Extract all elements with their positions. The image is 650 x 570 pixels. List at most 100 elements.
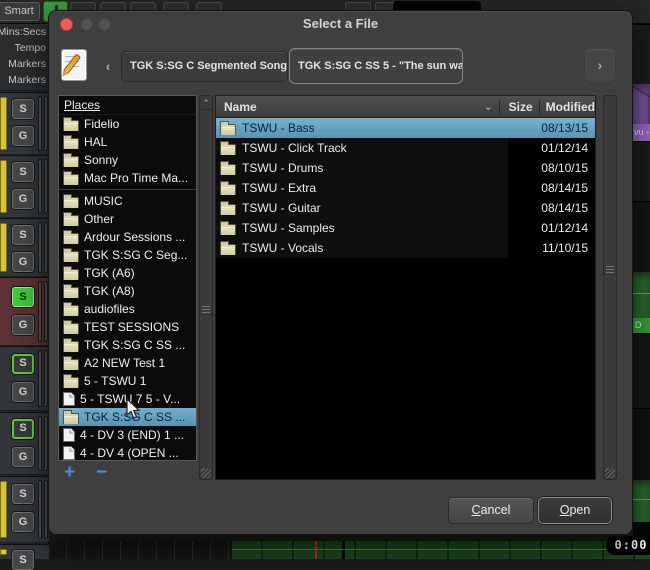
solo-button-active[interactable]: S <box>12 287 34 307</box>
file-row[interactable]: TSWU - Guitar 08/14/15 <box>216 198 595 218</box>
places-item[interactable]: Other <box>59 210 196 228</box>
ruler-label[interactable]: Tempo <box>0 40 49 56</box>
breadcrumb-current[interactable]: TGK S:SG C SS 5 - "The sun wakes us." <box>289 48 463 84</box>
places-item[interactable]: 4 - DV 3 (END) 1 ... <box>59 426 196 444</box>
track-scrollbar[interactable] <box>38 480 42 539</box>
track-lane <box>633 333 650 408</box>
file-list: Name ⌄ Size Modified TSWU - Bass 08/13/1… <box>215 95 596 480</box>
file-row[interactable]: TSWU - Drums 08/10/15 <box>216 158 595 178</box>
places-item[interactable]: A2 NEW Test 1 <box>59 354 196 372</box>
audio-region-green[interactable] <box>633 272 650 318</box>
places-item[interactable]: TGK (A6) <box>59 264 196 282</box>
solo-button[interactable]: S <box>12 484 34 504</box>
track-header: S <box>0 544 49 559</box>
scrollbar-grip[interactable] <box>606 266 614 274</box>
audio-region-green[interactable] <box>232 541 650 559</box>
folder-icon <box>63 120 79 131</box>
places-actions: + − <box>58 463 197 485</box>
resize-grip-icon[interactable] <box>605 468 615 478</box>
folder-icon <box>220 164 236 175</box>
solo-button[interactable]: S <box>12 99 34 119</box>
track-header: S G <box>0 346 49 410</box>
remove-place-button[interactable]: − <box>96 463 107 483</box>
group-button[interactable]: G <box>12 447 34 467</box>
track-scrollbar[interactable] <box>38 159 42 214</box>
track-header: S G <box>0 412 49 474</box>
places-item[interactable]: TGK S:SG C SS ... <box>59 336 196 354</box>
folder-icon <box>63 197 79 208</box>
folder-icon <box>63 215 79 226</box>
ruler-label[interactable]: Markers <box>0 56 49 72</box>
timeline-right-edge: vu - V D <box>633 24 650 559</box>
file-row[interactable]: TSWU - Extra 08/14/15 <box>216 178 595 198</box>
group-button[interactable]: G <box>12 382 34 402</box>
file-icon <box>63 446 75 460</box>
column-header-size[interactable]: Size <box>499 100 539 114</box>
region-boundary <box>342 541 345 559</box>
record-indicator <box>0 481 7 538</box>
file-list-header: Name ⌄ Size Modified <box>216 96 595 118</box>
folder-icon <box>63 156 79 167</box>
places-item[interactable]: Sonny <box>59 151 196 169</box>
group-button[interactable]: G <box>12 189 34 209</box>
solo-button[interactable]: S <box>12 162 34 182</box>
ruler-labels: Mins:Secs Tempo Markers Markers <box>0 24 49 90</box>
group-button[interactable]: G <box>12 252 34 272</box>
track-scrollbar[interactable] <box>38 416 42 471</box>
scroll-up-icon[interactable]: ⌃ <box>200 96 212 110</box>
ruler-label[interactable]: Markers <box>0 72 49 88</box>
file-list-scrollbar[interactable] <box>603 95 617 480</box>
resize-grip-icon[interactable] <box>201 468 211 478</box>
audio-region-green[interactable] <box>633 480 650 522</box>
column-header-name[interactable]: Name ⌄ <box>216 100 499 114</box>
file-row[interactable]: TSWU - Click Track 01/12/14 <box>216 138 595 158</box>
solo-button[interactable]: S <box>12 225 34 245</box>
places-item[interactable]: 4 - DV 4 (OPEN ... <box>59 444 196 461</box>
group-button[interactable]: G <box>12 512 34 532</box>
track-scrollbar[interactable] <box>38 350 42 407</box>
file-row[interactable]: TSWU - Vocals 11/10/15 <box>216 238 595 258</box>
forward-button[interactable]: › <box>585 49 615 81</box>
solo-button-armed[interactable]: S <box>12 354 34 374</box>
folder-icon <box>63 269 79 280</box>
smart-mode-button[interactable]: Smart <box>0 2 40 21</box>
file-row[interactable]: TSWU - Samples 01/12/14 <box>216 218 595 238</box>
places-item[interactable]: TGK S:SG C Seg... <box>59 246 196 264</box>
places-item[interactable]: Mac Pro Time Ma... <box>59 169 196 187</box>
group-button[interactable]: G <box>12 126 34 146</box>
back-button[interactable]: ‹ <box>97 53 119 79</box>
places-item[interactable]: HAL <box>59 133 196 151</box>
places-item[interactable]: MUSIC <box>59 192 196 210</box>
open-button[interactable]: Open <box>538 497 612 524</box>
places-item[interactable]: Fidelio <box>59 115 196 133</box>
scrollbar-grip[interactable] <box>202 306 210 314</box>
cancel-button[interactable]: Cancel <box>448 497 534 524</box>
folder-icon <box>220 144 236 155</box>
places-item[interactable]: audiofiles <box>59 300 196 318</box>
timer-display: 0:00 <box>606 536 650 555</box>
breadcrumb-parent[interactable]: TGK S:SG C Segmented Songs <box>121 51 288 82</box>
places-item[interactable]: Ardour Sessions ... <box>59 228 196 246</box>
add-place-button[interactable]: + <box>64 463 75 483</box>
audio-region-purple[interactable] <box>633 84 650 124</box>
group-button[interactable]: G <box>12 315 34 335</box>
places-scrollbar[interactable]: ⌃ <box>199 95 213 480</box>
places-item[interactable]: TEST SESSIONS <box>59 318 196 336</box>
track-scrollbar[interactable] <box>38 96 42 151</box>
folder-icon <box>63 251 79 262</box>
dialog-titlebar[interactable]: Select a File <box>49 11 632 37</box>
column-header-modified[interactable]: Modified <box>539 100 595 114</box>
solo-button-armed[interactable]: S <box>12 419 34 439</box>
sort-chevron-icon[interactable]: ⌄ <box>484 100 499 113</box>
file-row-selected[interactable]: TSWU - Bass 08/13/15 <box>216 118 595 138</box>
track-scrollbar[interactable] <box>38 281 42 342</box>
folder-icon <box>63 341 79 352</box>
places-item[interactable]: 5 - TSWU 1 <box>59 372 196 390</box>
track-lane <box>633 141 650 201</box>
file-icon <box>63 392 75 406</box>
places-header[interactable]: Places <box>59 96 196 115</box>
ruler-label[interactable]: Mins:Secs <box>0 24 49 40</box>
solo-button[interactable]: S <box>12 550 34 570</box>
track-scrollbar[interactable] <box>38 222 42 273</box>
places-item[interactable]: TGK (A8) <box>59 282 196 300</box>
